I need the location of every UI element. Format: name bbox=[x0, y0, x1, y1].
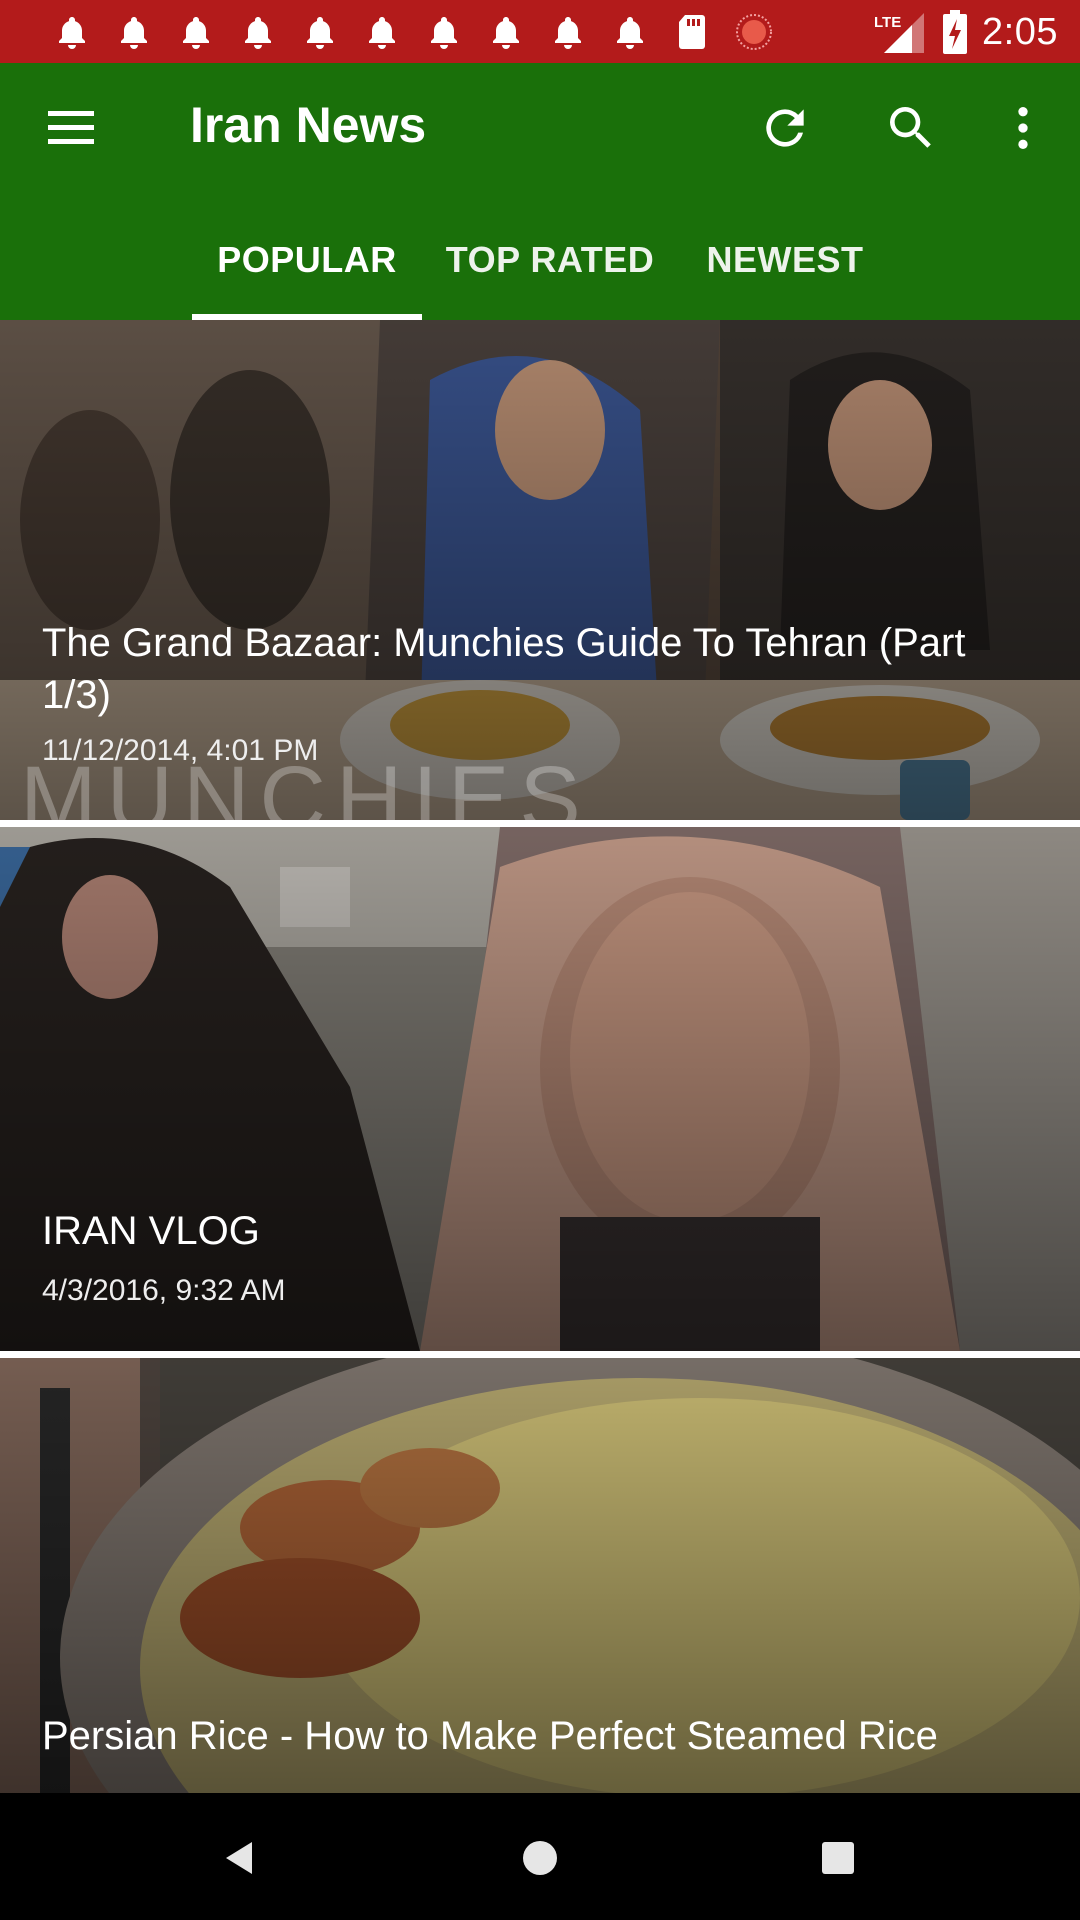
bell-icon bbox=[110, 12, 158, 52]
recording-icon bbox=[730, 12, 778, 52]
status-right: LTE 2:05 bbox=[872, 8, 1058, 56]
video-title: The Grand Bazaar: Munchies Guide To Tehr… bbox=[42, 621, 966, 717]
system-nav-bar bbox=[0, 1793, 1080, 1920]
video-card[interactable]: MUNCHIES The Grand Bazaar: Munchies Guid… bbox=[0, 320, 1080, 820]
refresh-icon bbox=[766, 109, 804, 147]
bell-icon bbox=[544, 12, 592, 52]
app-bar: Iran News POPULAR TOP RATED NEWEST bbox=[0, 63, 1080, 320]
search-icon bbox=[890, 107, 931, 148]
tab-bar: POPULAR TOP RATED NEWEST bbox=[0, 233, 1080, 320]
thumbnail-overlay bbox=[0, 827, 1080, 1351]
video-card[interactable]: IRAN VLOG 4/3/2016, 9:32 AM bbox=[0, 827, 1080, 1351]
tab-label: TOP RATED bbox=[445, 239, 655, 280]
notification-icons bbox=[48, 12, 778, 52]
home-button[interactable] bbox=[505, 1823, 575, 1893]
recents-button[interactable] bbox=[803, 1823, 873, 1893]
battery-charging-icon bbox=[943, 10, 968, 54]
more-vert-icon bbox=[1018, 107, 1028, 149]
bell-icon bbox=[606, 12, 654, 52]
svg-text:MUNCHIES: MUNCHIES bbox=[20, 760, 591, 820]
bell-icon bbox=[358, 12, 406, 52]
more-options-button[interactable] bbox=[988, 93, 1058, 163]
recents-icon bbox=[822, 1842, 854, 1874]
lte-signal-icon: LTE bbox=[874, 13, 925, 53]
video-feed[interactable]: MUNCHIES The Grand Bazaar: Munchies Guid… bbox=[0, 320, 1080, 1793]
search-button[interactable] bbox=[876, 93, 946, 163]
video-date: 11/12/2014, 4:01 PM bbox=[42, 734, 319, 767]
tab-label: NEWEST bbox=[706, 239, 864, 280]
image-watermark: MUNCHIES bbox=[20, 760, 591, 820]
home-icon bbox=[523, 1841, 557, 1875]
svg-text:LTE: LTE bbox=[874, 14, 901, 31]
clock: 2:05 bbox=[982, 10, 1058, 53]
bell-icon bbox=[296, 12, 344, 52]
refresh-button[interactable] bbox=[750, 93, 820, 163]
tab-popular[interactable]: POPULAR bbox=[192, 233, 422, 320]
bell-icon bbox=[234, 12, 282, 52]
status-bar: LTE 2:05 bbox=[0, 0, 1080, 63]
bell-icon bbox=[172, 12, 220, 52]
back-button[interactable] bbox=[205, 1823, 275, 1893]
app-title: Iran News bbox=[190, 97, 427, 153]
video-date: 4/3/2016, 9:32 AM bbox=[42, 1274, 286, 1307]
tab-top-rated[interactable]: TOP RATED bbox=[440, 233, 660, 320]
video-title: IRAN VLOG bbox=[42, 1209, 260, 1253]
bell-icon bbox=[48, 12, 96, 52]
bell-icon bbox=[420, 12, 468, 52]
bell-icon bbox=[482, 12, 530, 52]
tab-label: POPULAR bbox=[217, 239, 397, 280]
video-title: Persian Rice - How to Make Perfect Steam… bbox=[42, 1714, 938, 1758]
video-card[interactable]: Persian Rice - How to Make Perfect Steam… bbox=[0, 1358, 1080, 1793]
back-icon bbox=[226, 1842, 252, 1874]
sd-card-icon bbox=[668, 12, 716, 52]
tab-newest[interactable]: NEWEST bbox=[690, 233, 880, 320]
menu-icon[interactable] bbox=[42, 97, 102, 157]
